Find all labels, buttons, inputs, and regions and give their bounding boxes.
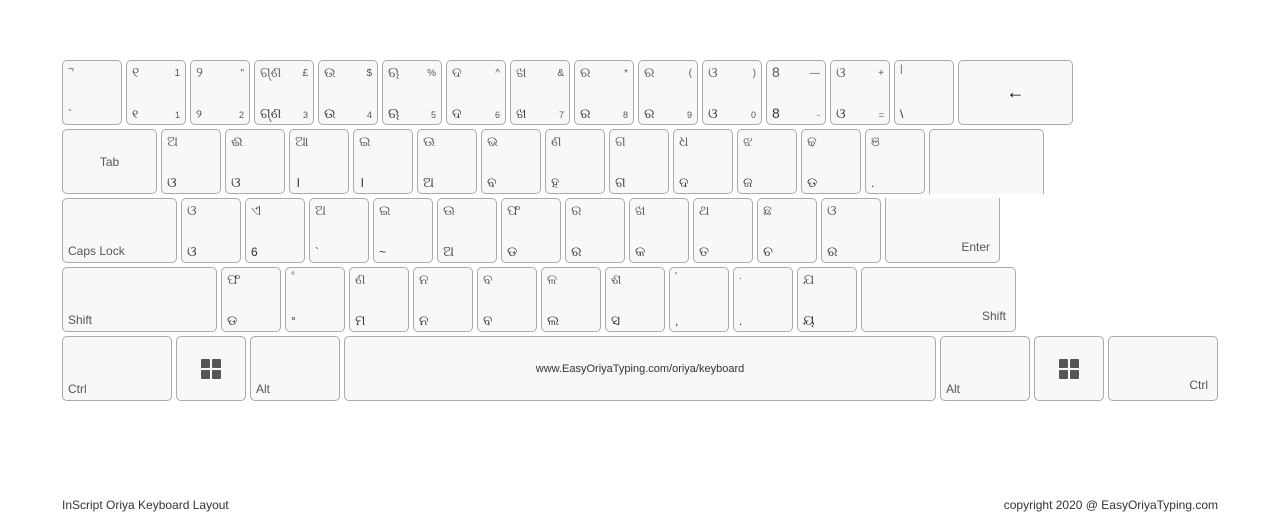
key-b[interactable]: ବ ବ: [477, 267, 537, 332]
footer-right: copyright 2020 @ EasyOriyaTyping.com: [1004, 498, 1218, 512]
key-win-right[interactable]: [1034, 336, 1104, 401]
key-backslash[interactable]: | \: [894, 60, 954, 125]
key-slash[interactable]: ଯ ୟ: [797, 267, 857, 332]
row-shift: Shift ଫ ଡ ° ° ଣ ମ ନ ନ: [62, 267, 1218, 332]
key-minus[interactable]: 8— 8-: [766, 60, 826, 125]
key-1[interactable]: ୧1 ୧1: [126, 60, 186, 125]
key-n[interactable]: ଳ ଲ: [541, 267, 601, 332]
key-p[interactable]: ଝ ଜ: [737, 129, 797, 194]
key-r[interactable]: ଇ ।: [353, 129, 413, 194]
key-j[interactable]: ର ର: [565, 198, 625, 263]
footer-left: InScript Oriya Keyboard Layout: [62, 498, 229, 512]
row-asdf: Caps Lock ଓ ଓ ଏ 6 ଅ ` ଇ ~: [62, 198, 1218, 263]
key-f[interactable]: ଇ ~: [373, 198, 433, 263]
key-v[interactable]: ନ ନ: [413, 267, 473, 332]
key-k[interactable]: ଖ କ: [629, 198, 689, 263]
key-c[interactable]: ଣ ମ: [349, 267, 409, 332]
key-alt-right[interactable]: Alt: [940, 336, 1030, 401]
key-z[interactable]: ଫ ଡ: [221, 267, 281, 332]
key-w[interactable]: ଈ ଓ: [225, 129, 285, 194]
key-capslock[interactable]: Caps Lock: [62, 198, 177, 263]
key-period[interactable]: . .: [733, 267, 793, 332]
key-u[interactable]: ଣ ହ: [545, 129, 605, 194]
key-ctrl-left[interactable]: Ctrl: [62, 336, 172, 401]
keyboard: ¬ ` ୧1 ୧1 ୨" ୨2 ଗ୍ଣ£ ଗ୍ଣ3 ଉ$ ଉ4: [62, 60, 1218, 405]
key-rbracket[interactable]: ଞ .: [865, 129, 925, 194]
key-l[interactable]: ଥ ତ: [693, 198, 753, 263]
key-2[interactable]: ୨" ୨2: [190, 60, 250, 125]
key-6[interactable]: ଦ^ ଦ6: [446, 60, 506, 125]
key-h[interactable]: ଫ ଡ: [501, 198, 561, 263]
key-tab[interactable]: Tab: [62, 129, 157, 194]
row-qwerty: Tab ଅ ଓ ଈ ଓ ଆ । ଇ ।: [62, 129, 1218, 194]
footer: InScript Oriya Keyboard Layout copyright…: [62, 498, 1218, 512]
key-y[interactable]: ଭ ବ: [481, 129, 541, 194]
row-bottom: Ctrl Alt www.EasyOriyaTyping.com/oriya/k…: [62, 336, 1218, 401]
key-enter-top[interactable]: [929, 129, 1044, 194]
key-a[interactable]: ଓ ଓ: [181, 198, 241, 263]
key-space[interactable]: www.EasyOriyaTyping.com/oriya/keyboard: [344, 336, 936, 401]
key-x[interactable]: ° °: [285, 267, 345, 332]
key-equals[interactable]: ଓ+ ଓ=: [830, 60, 890, 125]
key-i[interactable]: ଗ ଗ: [609, 129, 669, 194]
key-lbracket[interactable]: ଢ ଡ: [801, 129, 861, 194]
key-comma[interactable]: ' ,: [669, 267, 729, 332]
key-7[interactable]: ଖ& ଖ7: [510, 60, 570, 125]
key-e[interactable]: ଆ ।: [289, 129, 349, 194]
key-q[interactable]: ଅ ଓ: [161, 129, 221, 194]
key-3[interactable]: ଗ୍ଣ£ ଗ୍ଣ3: [254, 60, 314, 125]
key-alt-left[interactable]: Alt: [250, 336, 340, 401]
key-d[interactable]: ଅ `: [309, 198, 369, 263]
key-0[interactable]: ଓ) ଓ0: [702, 60, 762, 125]
key-g[interactable]: ଊ ଅ: [437, 198, 497, 263]
key-9[interactable]: ର( ର9: [638, 60, 698, 125]
key-win-left[interactable]: [176, 336, 246, 401]
key-m[interactable]: ଶ ସ: [605, 267, 665, 332]
row-number: ¬ ` ୧1 ୧1 ୨" ୨2 ଗ୍ଣ£ ଗ୍ଣ3 ଉ$ ଉ4: [62, 60, 1218, 125]
key-4[interactable]: ଉ$ ଉ4: [318, 60, 378, 125]
key-o[interactable]: ଧ ଦ: [673, 129, 733, 194]
key-shift-left[interactable]: Shift: [62, 267, 217, 332]
key-8[interactable]: ର* ର8: [574, 60, 634, 125]
key-enter[interactable]: Enter: [885, 198, 1000, 263]
key-s[interactable]: ଏ 6: [245, 198, 305, 263]
key-shift-right[interactable]: Shift: [861, 267, 1016, 332]
key-t[interactable]: ଊ ଅ: [417, 129, 477, 194]
key-semicolon[interactable]: ଛ ଚ: [757, 198, 817, 263]
key-backspace[interactable]: ←: [958, 60, 1073, 125]
key-apostrophe[interactable]: ଓ ର: [821, 198, 881, 263]
key-backtick[interactable]: ¬ `: [62, 60, 122, 125]
key-ctrl-right[interactable]: Ctrl: [1108, 336, 1218, 401]
key-5[interactable]: ଋ% ଋ5: [382, 60, 442, 125]
